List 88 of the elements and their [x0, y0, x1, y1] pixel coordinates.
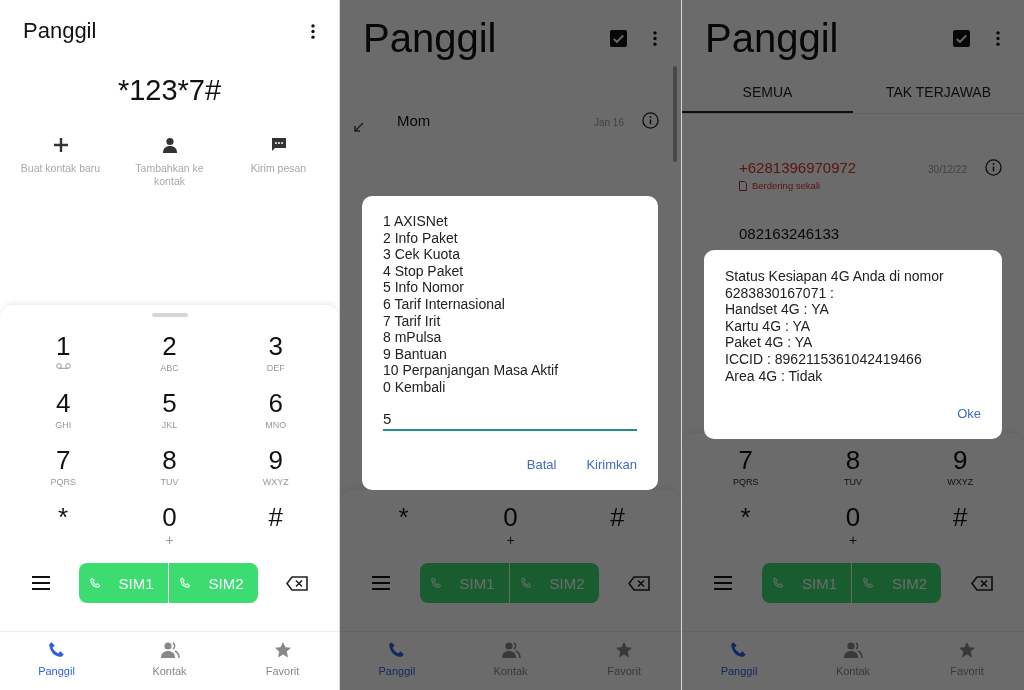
- dialog-text: ICCID : 8962115361042419466: [725, 350, 923, 368]
- more-options-icon[interactable]: [311, 23, 315, 39]
- dialog-text: 3 Cek Kuota: [383, 246, 462, 263]
- contacts-icon: [500, 641, 521, 659]
- phone-icon: [179, 575, 191, 591]
- quick-action-button[interactable]: Kirim pesan: [224, 137, 333, 188]
- info-icon[interactable]: [642, 112, 659, 129]
- call-note: Berdering sekali: [752, 180, 821, 191]
- plus-icon: [52, 137, 69, 153]
- phone-icon: [47, 641, 66, 659]
- dialog-button[interactable]: Kirimkan: [586, 452, 637, 476]
- dial-key[interactable]: *: [350, 498, 457, 555]
- phone-icon: [773, 575, 784, 591]
- dial-key[interactable]: #: [564, 498, 671, 555]
- menu-icon[interactable]: [32, 576, 50, 590]
- nav-tab[interactable]: Favorit: [226, 632, 339, 690]
- tab[interactable]: SEMUA: [682, 72, 853, 113]
- dialog-text: 6283830167071 :: [725, 284, 835, 302]
- nav-tab[interactable]: Panggil: [0, 632, 113, 690]
- dialog-text: 1 AXISNet: [383, 213, 449, 230]
- dial-key[interactable]: *: [692, 498, 800, 555]
- dial-key[interactable]: 7 PQRS: [10, 441, 117, 498]
- star-icon: [273, 641, 292, 659]
- dial-key[interactable]: #: [222, 498, 329, 555]
- star-icon: [615, 641, 634, 659]
- sim-card-icon: [739, 180, 747, 191]
- phone-icon: [89, 575, 101, 591]
- contacts-icon: [159, 641, 180, 659]
- dial-key[interactable]: 8 TUV: [799, 441, 907, 498]
- dialog-text: 8 mPulsa: [383, 329, 443, 346]
- tab[interactable]: TAK TERJAWAB: [853, 72, 1024, 113]
- dialog-text: 7 Tarif Irit: [383, 312, 442, 330]
- dialog-text: 0 Kembali: [383, 378, 447, 396]
- dial-key[interactable]: 7 PQRS: [692, 441, 800, 498]
- nav-tab[interactable]: Kontak: [113, 632, 226, 690]
- dial-key[interactable]: 1: [10, 327, 117, 384]
- star-icon: [958, 641, 976, 659]
- contacts-icon: [843, 641, 863, 659]
- checkbox-icon[interactable]: [953, 29, 970, 47]
- caller-name: 082163246133: [739, 225, 841, 242]
- checkbox-icon[interactable]: [610, 29, 627, 47]
- dialog-text: Area 4G : Tidak: [725, 367, 824, 385]
- dialog-text: Handset 4G : YA: [725, 301, 830, 318]
- dial-key[interactable]: *: [10, 498, 117, 555]
- dialog-text: Paket 4G : YA: [725, 334, 814, 351]
- phone-icon: [730, 641, 748, 659]
- person-icon: [161, 137, 178, 153]
- caller-name: +6281396970972: [739, 159, 858, 176]
- dial-key[interactable]: 0 +: [799, 498, 907, 555]
- dial-key[interactable]: 2 ABC: [116, 327, 223, 384]
- nav-tab[interactable]: Panggil: [682, 632, 796, 690]
- nav-tab[interactable]: Panggil: [340, 632, 454, 690]
- dialog-text: 6 Tarif Internasional: [383, 295, 506, 313]
- dial-key[interactable]: 6 MNO: [222, 384, 329, 441]
- dialog-text: 10 Perpanjangan Masa Aktif: [383, 362, 560, 379]
- dialog-text: 4 Stop Paket: [383, 262, 465, 280]
- screen-title: Panggil: [363, 15, 497, 61]
- dial-key[interactable]: 9 WXYZ: [222, 441, 329, 498]
- scrollbar[interactable]: [673, 66, 677, 162]
- dial-key[interactable]: 0 +: [116, 498, 223, 555]
- phone-icon: [387, 641, 406, 659]
- quick-action-button[interactable]: Buat kontak baru: [6, 137, 115, 188]
- screen-title: Panggil: [23, 18, 97, 44]
- phone-icon: [520, 575, 532, 591]
- dial-key[interactable]: 9 WXYZ: [906, 441, 1014, 498]
- message-icon: [270, 137, 287, 153]
- phone-icon: [430, 575, 442, 591]
- backspace-icon[interactable]: [286, 575, 308, 591]
- dialog-text: 5 Info Nomor: [383, 279, 465, 296]
- dialog-button[interactable]: Batal: [526, 452, 557, 476]
- dial-key[interactable]: 3 DEF: [222, 327, 329, 384]
- caller-name: Mom: [397, 112, 432, 129]
- dialed-number: *123*7#: [116, 74, 223, 107]
- dial-key[interactable]: 8 TUV: [116, 441, 223, 498]
- dial-key[interactable]: 4 GHI: [10, 384, 117, 441]
- dialog-text: Kartu 4G : YA: [725, 317, 812, 335]
- dialog-button[interactable]: Oke: [957, 402, 981, 426]
- dial-key[interactable]: #: [906, 498, 1014, 555]
- quick-action-button[interactable]: Tambahkan ke kontak: [115, 137, 224, 188]
- dial-key[interactable]: 5 JKL: [116, 384, 223, 441]
- dialog-text: 2 Info Paket: [383, 229, 459, 247]
- dialog-text: 9 Bantuan: [383, 345, 448, 363]
- sheet-handle[interactable]: [151, 313, 188, 317]
- info-icon[interactable]: [985, 159, 1002, 176]
- screen-title: Panggil: [705, 15, 839, 61]
- phone-icon: [863, 575, 874, 591]
- dialog-text: Status Kesiapan 4G Anda di nomor: [725, 268, 945, 285]
- dial-key[interactable]: 0 +: [457, 498, 564, 555]
